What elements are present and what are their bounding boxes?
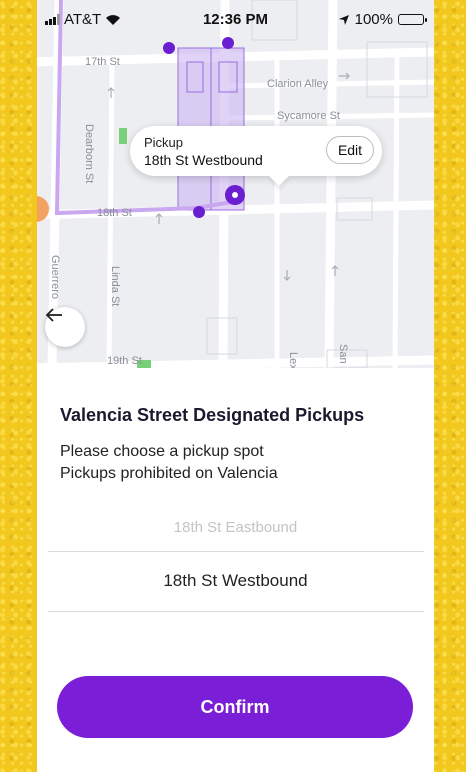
picker-selected-option[interactable]: 18th St Westbound: [37, 571, 434, 591]
callout-location: 18th St Westbound: [144, 152, 263, 168]
street-label-17th: 17th St: [85, 56, 120, 68]
street-label-dearborn: Dearborn St: [83, 124, 95, 184]
picker-divider-bottom: [48, 611, 424, 612]
back-button[interactable]: [45, 307, 85, 347]
status-right: 100%: [338, 11, 427, 28]
instruction-text: Please choose a pickup spot: [60, 443, 264, 460]
picker-divider-top: [48, 551, 424, 552]
status-bar: AT&T 12:36 PM 100%: [37, 0, 434, 40]
street-label-san: San: [337, 344, 349, 364]
street-label-18th: 18th St: [97, 207, 132, 219]
street-label-sycamore: Sycamore St: [277, 110, 340, 122]
sheet-title: Valencia Street Designated Pickups: [60, 405, 365, 425]
battery-percent: 100%: [354, 11, 393, 28]
arrow-left-icon: [45, 308, 62, 322]
confirm-button[interactable]: Confirm: [57, 676, 413, 738]
location-arrow-icon: [338, 14, 349, 25]
street-label-19th: 19th St: [107, 355, 142, 367]
phone-screen: 17th St Clarion Alley Sycamore St Dearbo…: [37, 0, 434, 772]
street-label-guerrero: Guerrero: [49, 255, 61, 300]
street-label-lex: Lex: [287, 352, 299, 368]
street-label-linda: Linda St: [109, 266, 121, 307]
pickup-callout[interactable]: Pickup 18th St Westbound Edit: [130, 126, 382, 176]
callout-label: Pickup: [144, 135, 184, 150]
restriction-text: Pickups prohibited on Valencia: [60, 465, 278, 482]
battery-icon: [398, 14, 427, 25]
edit-pickup-button[interactable]: Edit: [326, 136, 374, 164]
map-view[interactable]: 17th St Clarion Alley Sycamore St Dearbo…: [37, 0, 434, 368]
street-label-clarion: Clarion Alley: [267, 78, 329, 90]
picker-option[interactable]: 18th St Eastbound: [37, 519, 434, 536]
